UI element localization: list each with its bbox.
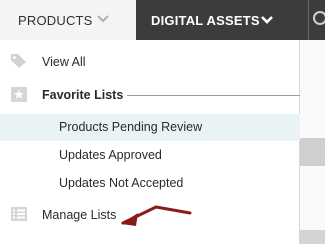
favorite-lists-label: Favorite Lists xyxy=(42,88,124,102)
favorite-list-item[interactable]: Updates Not Accepted xyxy=(0,170,300,196)
chevron-down-icon xyxy=(259,11,275,32)
favorite-list-label: Products Pending Review xyxy=(59,120,203,134)
menu-item-view-all[interactable]: View All xyxy=(0,49,300,75)
chevron-down-icon xyxy=(96,11,110,30)
favorite-list-item[interactable]: Updates Approved xyxy=(0,142,300,168)
search-icon xyxy=(313,11,325,25)
star-icon xyxy=(11,87,27,105)
tab-products-label: PRODUCTS xyxy=(18,13,93,28)
list-icon xyxy=(11,207,27,224)
menu-item-manage-lists-label: Manage Lists xyxy=(42,208,117,222)
background-panel xyxy=(300,138,325,166)
tab-products[interactable]: PRODUCTS xyxy=(0,0,136,40)
tag-icon xyxy=(10,53,28,72)
tab-digital-assets-label: DIGITAL ASSETS xyxy=(151,13,260,28)
tab-digital-assets[interactable]: DIGITAL ASSETS xyxy=(136,0,308,40)
top-nav-bar: PRODUCTS DIGITAL ASSETS xyxy=(0,0,325,40)
favorite-list-item[interactable]: Products Pending Review xyxy=(0,114,300,141)
search-button[interactable] xyxy=(308,0,325,40)
background-panel xyxy=(300,230,325,244)
favorite-lists-heading: Favorite Lists xyxy=(0,82,300,108)
menu-item-view-all-label: View All xyxy=(42,55,86,69)
products-dropdown-menu: View All Favorite Lists Products Pending… xyxy=(0,40,300,244)
menu-item-manage-lists[interactable]: Manage Lists xyxy=(0,202,300,228)
section-divider xyxy=(127,95,300,96)
favorite-list-label: Updates Approved xyxy=(59,148,162,162)
favorite-list-label: Updates Not Accepted xyxy=(59,176,184,190)
